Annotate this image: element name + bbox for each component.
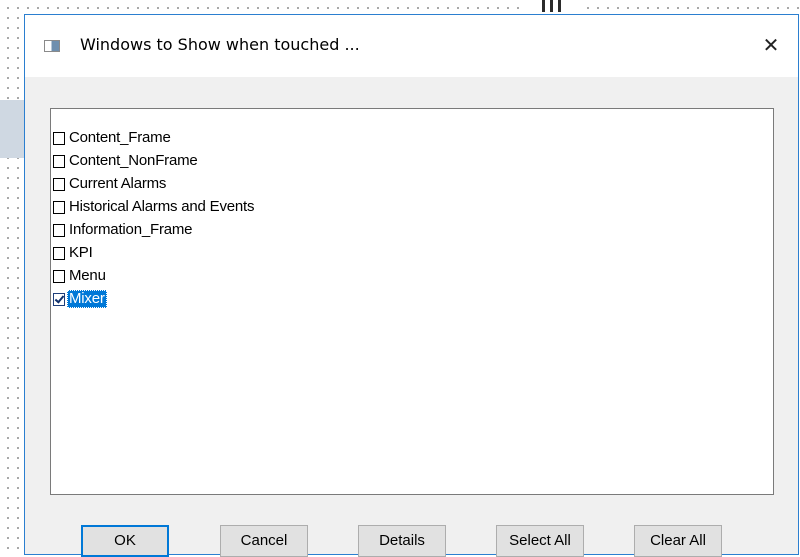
background-mark [542,0,545,12]
cancel-button[interactable]: Cancel [220,525,308,557]
windows-to-show-dialog: Windows to Show when touched ... ✕ Conte… [24,14,799,557]
checkbox[interactable] [53,246,65,260]
details-button[interactable]: Details [358,525,446,557]
list-item-current-alarms[interactable]: Current Alarms [53,174,168,194]
ok-button[interactable]: OK [81,525,169,557]
list-item-label: Content_NonFrame [69,152,198,169]
checkbox[interactable] [53,131,65,145]
checkbox[interactable] [53,177,65,191]
background-mark [550,0,553,12]
checkbox[interactable] [53,200,65,214]
checkbox[interactable] [53,154,65,168]
background-mark [558,0,561,12]
list-item-label: Current Alarms [69,175,167,192]
list-item-kpi[interactable]: KPI [53,243,95,263]
checkbox-checked[interactable] [53,292,65,306]
list-item-label: Menu [69,267,106,284]
list-item-label: Historical Alarms and Events [69,198,255,215]
dialog-title: Windows to Show when touched ... [80,35,360,54]
dialog-titlebar[interactable]: Windows to Show when touched ... ✕ [25,15,798,77]
list-item-content-frame[interactable]: Content_Frame [53,128,173,148]
window-list[interactable]: Content_Frame Content_NonFrame Current A… [50,108,774,495]
list-item-historical-alarms-and-events[interactable]: Historical Alarms and Events [53,197,256,217]
checkbox[interactable] [53,269,65,283]
list-item-content-nonframe[interactable]: Content_NonFrame [53,151,200,171]
list-item-label: Mixer [67,290,107,308]
clear-all-button[interactable]: Clear All [634,525,722,557]
list-item-menu[interactable]: Menu [53,266,108,286]
list-item-mixer[interactable]: Mixer [53,289,107,309]
close-button[interactable]: ✕ [753,29,789,61]
close-icon: ✕ [762,33,780,57]
checkbox[interactable] [53,223,65,237]
select-all-button[interactable]: Select All [496,525,584,557]
list-item-label: Content_Frame [69,129,171,146]
list-item-label: KPI [69,244,93,261]
window-icon [44,40,60,52]
background-toolbar-fragment [524,0,580,14]
list-item-information-frame[interactable]: Information_Frame [53,220,194,240]
list-item-label: Information_Frame [69,221,193,238]
